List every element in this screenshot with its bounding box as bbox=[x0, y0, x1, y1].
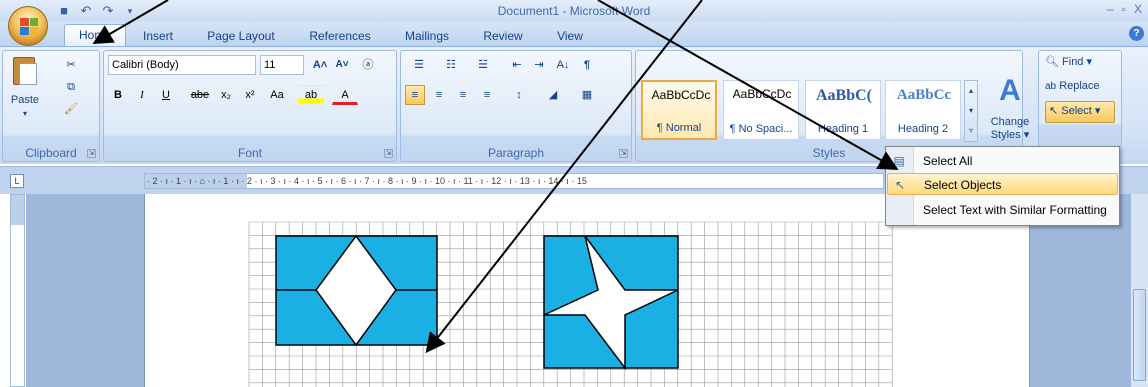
right-figure[interactable] bbox=[543, 235, 679, 371]
menu-item-label: Select Text with Similar Formatting bbox=[923, 203, 1107, 217]
pointer-icon: ↖ bbox=[894, 178, 906, 192]
select-all-icon: ▤ bbox=[893, 154, 905, 168]
word-window: Document1 - Microsoft Word ■ ↶ ↷ ▾ – ▫ X… bbox=[0, 0, 1148, 387]
office-button[interactable] bbox=[8, 6, 48, 46]
menu-item-select-objects[interactable]: ↖ Select Objects bbox=[887, 173, 1118, 195]
menu-item-label: Select All bbox=[923, 154, 973, 168]
left-figure[interactable] bbox=[275, 234, 438, 347]
menu-item-select-all[interactable]: ▤ Select All bbox=[887, 150, 1118, 172]
menu-item-select-similar-text[interactable]: Select Text with Similar Formatting bbox=[887, 199, 1118, 221]
office-logo-icon bbox=[20, 18, 38, 35]
menu-item-label: Select Objects bbox=[924, 178, 1002, 192]
select-dropdown-menu: ▤ Select All ↖ Select Objects Select Tex… bbox=[885, 146, 1120, 226]
